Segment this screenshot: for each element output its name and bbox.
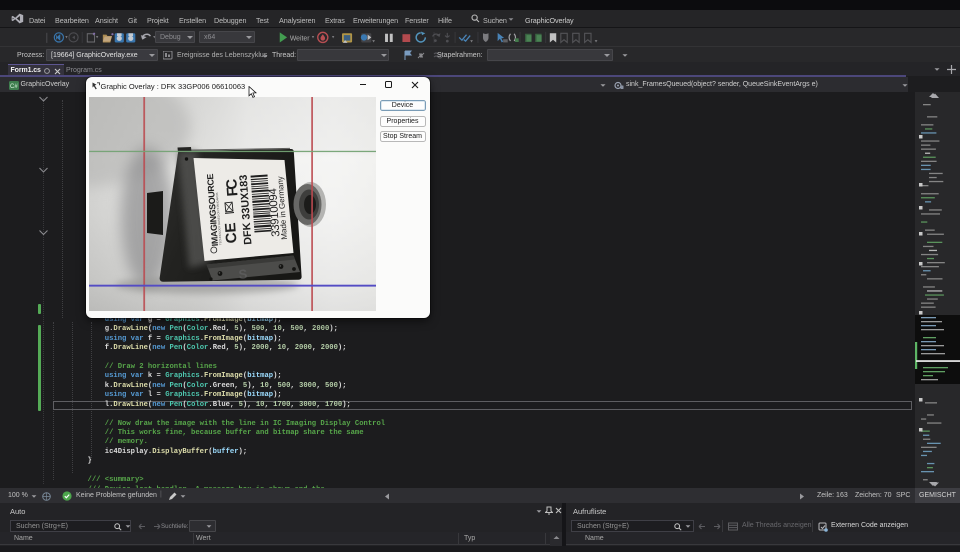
- svg-text:C#: C#: [10, 84, 18, 90]
- svg-text:CE: CE: [222, 222, 240, 244]
- svg-text:Weiter: Weiter: [290, 36, 310, 43]
- svg-text:S: S: [237, 266, 247, 282]
